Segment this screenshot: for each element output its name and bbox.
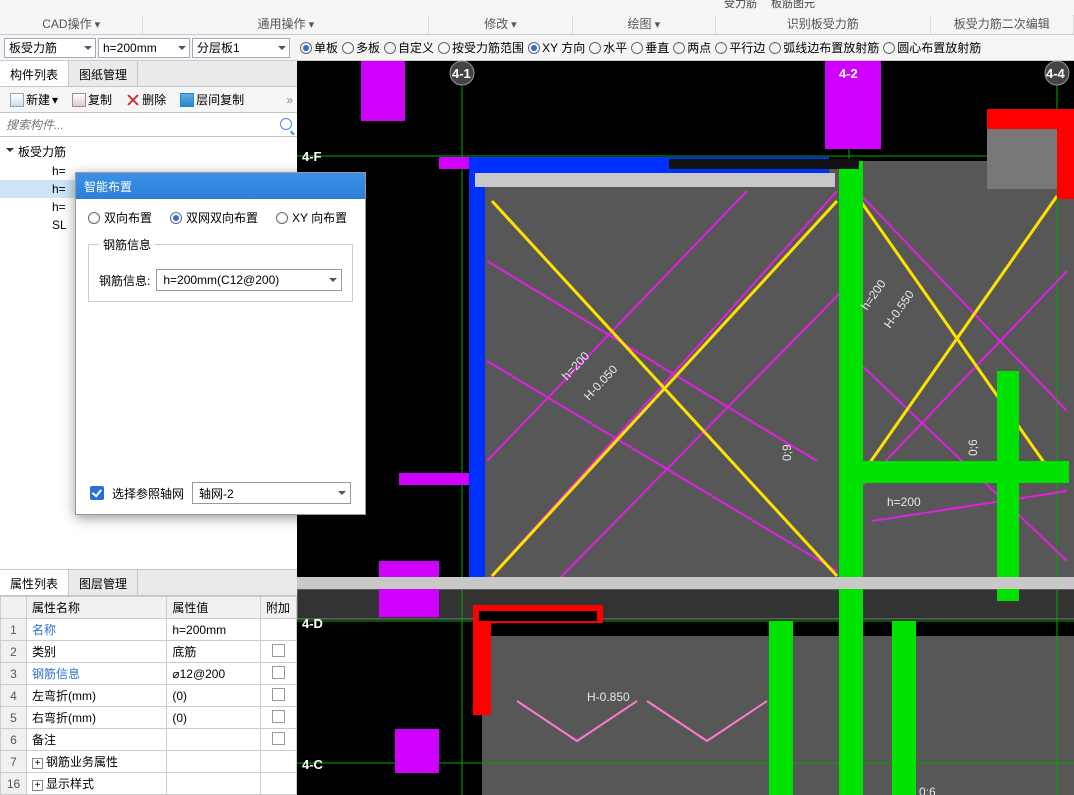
prop-row[interactable]: 5右弯折(mm)(0) — [1, 707, 297, 729]
svg-text:h=200: h=200 — [887, 495, 921, 509]
ribbon-group-general: 通用操作 ▾ — [143, 15, 429, 34]
property-table[interactable]: 属性名称 属性值 附加 1名称h=200mm2类别底筋3钢筋信息⌀12@2004… — [0, 596, 297, 795]
component-toolbar: 新建 ▾ 复制 删除 层间复制 » — [0, 87, 297, 113]
search-icon — [280, 118, 292, 130]
tree-root[interactable]: 板受力筋 — [0, 141, 297, 162]
ribbon-group-bar: CAD操作 ▾ 通用操作 ▾ 修改 ▾ 绘图 ▾ 受力筋 板筋图元 识别板受力筋… — [0, 0, 1074, 35]
rebar-info-label: 钢筋信息: — [99, 272, 150, 289]
rebar-info-select[interactable]: h=200mm(C12@200) — [156, 269, 342, 291]
radio-center-radial[interactable]: 圆心布置放射筋 — [883, 39, 981, 56]
tab-layer-mgmt[interactable]: 图层管理 — [69, 570, 138, 595]
property-panel: 属性列表 图层管理 属性名称 属性值 附加 1名称h=200mm2类别底筋3钢筋… — [0, 569, 297, 795]
svg-text:0;6: 0;6 — [919, 785, 936, 795]
ribbon-group-modify: 修改 ▾ — [429, 15, 572, 34]
select-thickness[interactable]: h=200mm — [98, 38, 190, 58]
prop-row[interactable]: 6备注 — [1, 729, 297, 751]
axis-tag-42: 4-2 — [839, 66, 858, 81]
copy-icon — [72, 93, 86, 107]
delete-icon — [126, 93, 140, 107]
smart-place-dialog: 智能布置 双向布置 双网双向布置 XY 向布置 钢筋信息 钢筋信息: h=200… — [75, 172, 366, 515]
search-input[interactable] — [0, 113, 297, 136]
col-prop-name: 属性名称 — [27, 597, 167, 619]
tab-property-list[interactable]: 属性列表 — [0, 570, 69, 595]
axis-tag-D: 4-D — [302, 616, 323, 631]
radio-double-net[interactable]: 双网双向布置 — [170, 209, 258, 226]
select-layer-board[interactable]: 分层板1 — [192, 38, 290, 58]
radio-arc-radial[interactable]: 弧线边布置放射筋 — [769, 39, 879, 56]
axis-ref-checkbox[interactable] — [90, 486, 104, 500]
new-icon — [10, 93, 24, 107]
svg-text:0;6: 0;6 — [966, 439, 980, 456]
radio-parallel-edge[interactable]: 平行边 — [715, 39, 765, 56]
radio-horizontal[interactable]: 水平 — [589, 39, 627, 56]
axis-tag-41: 4-1 — [452, 66, 471, 81]
ribbon-group-secondary: 板受力筋二次编辑 — [931, 15, 1074, 34]
svg-text:0;9: 0;9 — [780, 444, 794, 461]
svg-text:H-0.850: H-0.850 — [587, 690, 630, 704]
prop-row[interactable]: 3钢筋信息⌀12@200 — [1, 663, 297, 685]
copy-button[interactable]: 复制 — [66, 89, 118, 110]
layer-copy-icon — [180, 93, 194, 107]
ribbon-group-draw: 绘图 ▾ — [573, 15, 716, 34]
radio-bidirectional[interactable]: 双向布置 — [88, 209, 152, 226]
axis-ref-select[interactable]: 轴网-2 — [192, 482, 351, 504]
prop-row[interactable]: 16+显示样式 — [1, 773, 297, 795]
layer-copy-button[interactable]: 层间复制 — [174, 89, 250, 110]
select-component-type[interactable]: 板受力筋 — [4, 38, 96, 58]
drawing-canvas[interactable]: h=200 H-0.050 h=200 H-0.550 0;9 h=200 0;… — [297, 61, 1074, 795]
radio-vertical[interactable]: 垂直 — [631, 39, 669, 56]
axis-ref-label: 选择参照轴网 — [112, 485, 184, 502]
radio-custom[interactable]: 自定义 — [384, 39, 434, 56]
options-bar: 板受力筋 h=200mm 分层板1 单板 多板 自定义 按受力筋范围 XY 方向… — [0, 35, 1074, 61]
prop-row[interactable]: 4左弯折(mm)(0) — [1, 685, 297, 707]
axis-tag-44: 4-4 — [1046, 66, 1065, 81]
axis-tag-C: 4-C — [302, 757, 323, 772]
rebar-info-fieldset: 钢筋信息 钢筋信息: h=200mm(C12@200) — [88, 236, 353, 302]
new-button[interactable]: 新建 ▾ — [4, 89, 64, 110]
ribbon-group-cad: CAD操作 ▾ — [0, 15, 143, 34]
radio-xy[interactable]: XY 方向 — [528, 39, 585, 56]
col-prop-extra: 附加 — [261, 597, 297, 619]
tab-component-list[interactable]: 构件列表 — [0, 61, 69, 86]
axis-tag-F: 4-F — [302, 149, 322, 164]
placement-mode-radios: 单板 多板 自定义 按受力筋范围 XY 方向 水平 垂直 两点 平行边 弧线边布… — [300, 39, 981, 56]
radio-single-board[interactable]: 单板 — [300, 39, 338, 56]
radio-rebar-range[interactable]: 按受力筋范围 — [438, 39, 524, 56]
radio-multi-board[interactable]: 多板 — [342, 39, 380, 56]
prop-row[interactable]: 7+钢筋业务属性 — [1, 751, 297, 773]
ribbon-group-recognize: 受力筋 板筋图元 识别板受力筋 — [716, 15, 931, 34]
col-prop-value: 属性值 — [167, 597, 261, 619]
prop-row[interactable]: 2类别底筋 — [1, 641, 297, 663]
tab-drawing-mgmt[interactable]: 图纸管理 — [69, 61, 138, 86]
dialog-titlebar[interactable]: 智能布置 — [76, 173, 365, 199]
prop-row[interactable]: 1名称h=200mm — [1, 619, 297, 641]
delete-button[interactable]: 删除 — [120, 89, 172, 110]
canvas-svg: h=200 H-0.050 h=200 H-0.550 0;9 h=200 0;… — [297, 61, 1074, 795]
radio-two-points[interactable]: 两点 — [673, 39, 711, 56]
component-search[interactable] — [0, 113, 297, 137]
radio-xy-place[interactable]: XY 向布置 — [276, 209, 347, 226]
left-tabs: 构件列表 图纸管理 — [0, 61, 297, 87]
dialog-mode-radios: 双向布置 双网双向布置 XY 向布置 — [88, 209, 353, 226]
